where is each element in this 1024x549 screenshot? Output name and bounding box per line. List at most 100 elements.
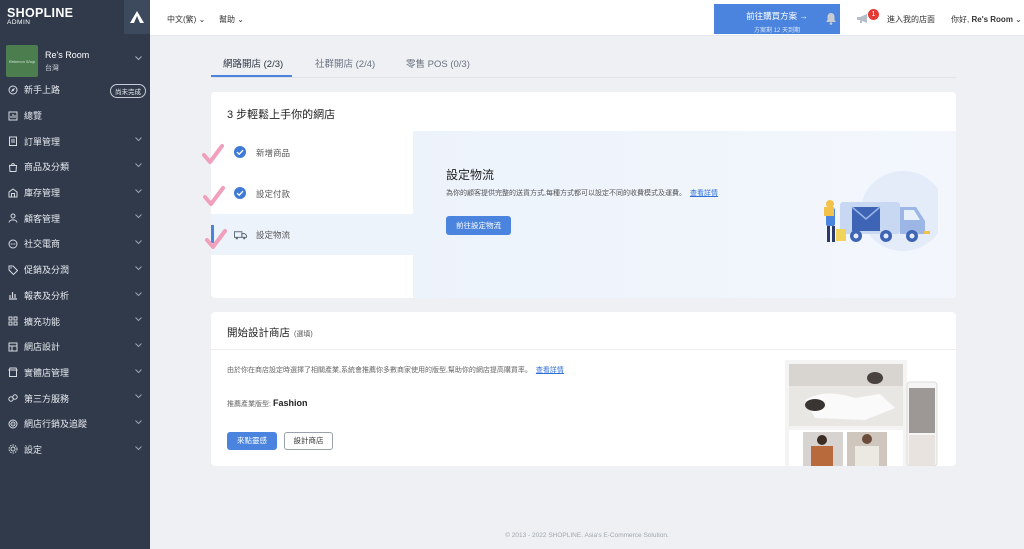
- sidebar-item-label: 設定: [24, 444, 43, 455]
- status-badge: 尚未完成: [110, 84, 146, 98]
- plan-expiry-text: 方案剩 12 天到期: [753, 28, 800, 34]
- notification-count-badge: 1: [868, 9, 879, 20]
- store-thumb-text: Rebecca Shop: [8, 58, 36, 64]
- chevron-down-icon: [135, 420, 142, 425]
- grid-icon: [8, 316, 18, 326]
- enter-store-link[interactable]: 進入我的店面: [887, 14, 935, 25]
- design-store-button[interactable]: 設計商店: [284, 432, 333, 450]
- sidebar-item[interactable]: 促銷及分潤: [0, 257, 150, 283]
- sidebar-item-label: 擴充功能: [24, 316, 61, 327]
- target-icon: [8, 419, 18, 429]
- sidebar-item[interactable]: 商品及分類: [0, 154, 150, 180]
- chevron-down-icon: [135, 445, 142, 450]
- tab-social-store[interactable]: 社群開店 (2/4): [315, 56, 375, 70]
- person-icon: [8, 213, 18, 223]
- tag-icon: [8, 265, 18, 275]
- sidebar-item[interactable]: 擴充功能: [0, 308, 150, 334]
- gear-icon: [8, 444, 18, 454]
- clipboard-icon: [8, 136, 18, 147]
- sidebar-collapse-button[interactable]: [124, 0, 150, 34]
- step-label: 新增商品: [256, 148, 291, 158]
- type-label: 推薦產業版型:: [227, 401, 271, 408]
- chevron-down-icon: ⌄: [198, 15, 206, 24]
- design-store-card: 開始設計商店 (選填) 由於你在商店設定時選擇了相關產業,系統會推薦你多數商家使用…: [211, 312, 956, 466]
- sidebar-item-label: 報表及分析: [24, 290, 70, 301]
- step-label: 設定付款: [256, 189, 291, 199]
- sidebar-item-label: 訂單管理: [24, 136, 61, 147]
- sidebar-item-label: 促銷及分潤: [24, 265, 70, 276]
- design-learn-more-link[interactable]: 查看詳情: [536, 367, 564, 374]
- footer-copyright: © 2013 - 2022 SHOPLINE. Asia's E-Commerc…: [505, 532, 669, 539]
- theme-preview-image[interactable]: [785, 360, 941, 466]
- sidebar-item-label: 庫存管理: [24, 188, 61, 199]
- design-description: 由於你在商店設定時選擇了相關產業,系統會推薦你多數商家使用的版型,幫助你的網店提…: [227, 365, 564, 375]
- compass-icon: [8, 85, 18, 95]
- go-setup-logistics-button[interactable]: 前往設定物流: [446, 216, 511, 235]
- detail-learn-more-link[interactable]: 查看詳情: [690, 190, 718, 197]
- store-name: Re's Room: [45, 49, 90, 60]
- sidebar-item[interactable]: 庫存管理: [0, 180, 150, 206]
- chevron-down-icon: [135, 394, 142, 399]
- pink-check-icon: [203, 186, 225, 206]
- sidebar-item[interactable]: 訂單管理: [0, 128, 150, 154]
- setup-title: 3 步輕鬆上手你的網店: [227, 109, 336, 121]
- inspiration-button[interactable]: 來點靈感: [227, 432, 277, 450]
- help-label: 幫助: [219, 15, 235, 24]
- step-payment[interactable]: 設定付款: [211, 173, 413, 214]
- chevron-down-icon: [135, 291, 142, 296]
- topbar: 中文(繁) ⌄ 幫助 ⌄ 前往購買方案 → 方案剩 12 天到期 1 進入我的店…: [150, 0, 1024, 36]
- sidebar-item[interactable]: 社交電商: [0, 231, 150, 257]
- tab-online-store[interactable]: 網路開店 (2/3): [223, 56, 283, 70]
- step-logistics[interactable]: 設定物流: [211, 214, 413, 255]
- chevron-down-icon: [135, 188, 142, 193]
- design-icon: [8, 342, 18, 352]
- language-select[interactable]: 中文(繁) ⌄: [167, 14, 205, 25]
- pink-check-icon: [202, 144, 224, 164]
- user-menu[interactable]: 你好, Re's Room ⌄: [951, 14, 1022, 25]
- step-add-product[interactable]: 新增商品: [211, 132, 413, 173]
- sidebar-item-label: 顧客管理: [24, 213, 61, 224]
- optional-tag: (選填): [294, 331, 313, 338]
- sidebar-item[interactable]: 報表及分析: [0, 283, 150, 309]
- detail-desc-text: 為你的顧客提供完整的送貨方式,每種方式都可以設定不同的收費模式及運費。: [446, 190, 686, 197]
- step-label: 設定物流: [256, 230, 291, 240]
- sidebar-item[interactable]: 第三方服務: [0, 385, 150, 411]
- chevron-down-icon: [135, 368, 142, 373]
- step-detail-panel: 設定物流 為你的顧客提供完整的送貨方式,每種方式都可以設定不同的收費模式及運費。…: [413, 131, 956, 298]
- store-thumbnail: Rebecca Shop: [6, 45, 38, 77]
- setup-card: 3 步輕鬆上手你的網店 新增商品 設定付款 設定物流 設定物流 為你的顧客提供完…: [211, 92, 956, 298]
- sidebar-item-label: 社交電商: [24, 239, 61, 250]
- chevron-down-icon: [135, 240, 142, 245]
- detail-title: 設定物流: [446, 168, 495, 182]
- sidebar-item-label: 商品及分類: [24, 162, 70, 173]
- sidebar-item[interactable]: 網店行銷及追蹤: [0, 411, 150, 437]
- sidebar-item[interactable]: 網店設計: [0, 334, 150, 360]
- chevron-down-icon: ⌄: [237, 15, 244, 24]
- store-switcher[interactable]: Rebecca Shop Re's Room 台灣: [0, 40, 150, 82]
- chevron-down-icon: [135, 343, 142, 348]
- chat-icon: [8, 239, 18, 249]
- chart-icon: [8, 290, 18, 300]
- sidebar-item-label: 新手上路: [24, 85, 61, 96]
- buy-plan-label: 前往購買方案 →: [746, 11, 808, 21]
- chevron-down-icon: [135, 317, 142, 322]
- bell-icon[interactable]: [825, 12, 837, 25]
- sidebar-item[interactable]: 新手上路 尚未完成: [0, 77, 150, 103]
- sidebar-item-label: 第三方服務: [24, 393, 70, 404]
- sidebar-item[interactable]: 顧客管理: [0, 205, 150, 231]
- link-icon: [8, 393, 18, 403]
- sidebar-nav: 新手上路 尚未完成總覽訂單管理商品及分類庫存管理顧客管理社交電商促銷及分潤報表及分…: [0, 77, 150, 462]
- detail-description: 為你的顧客提供完整的送貨方式,每種方式都可以設定不同的收費模式及運費。 查看詳情: [446, 188, 718, 198]
- design-card-header: 開始設計商店 (選填): [211, 312, 956, 350]
- sidebar-item[interactable]: 總覽: [0, 103, 150, 129]
- sidebar-item[interactable]: 設定: [0, 437, 150, 463]
- design-card-title: 開始設計商店 (選填): [227, 325, 313, 340]
- tab-retail-pos[interactable]: 零售 POS (0/3): [406, 56, 470, 70]
- sidebar-item[interactable]: 實體店管理: [0, 360, 150, 386]
- greeting: 你好,: [951, 15, 970, 24]
- help-menu[interactable]: 幫助 ⌄: [219, 14, 244, 25]
- onboarding-tabs: 網路開店 (2/3) 社群開店 (2/4) 零售 POS (0/3): [211, 44, 956, 78]
- sidebar-item-label: 網店行銷及追蹤: [24, 419, 88, 430]
- buy-plan-button[interactable]: 前往購買方案 → 方案剩 12 天到期: [714, 4, 840, 34]
- type-value: Fashion: [272, 398, 308, 408]
